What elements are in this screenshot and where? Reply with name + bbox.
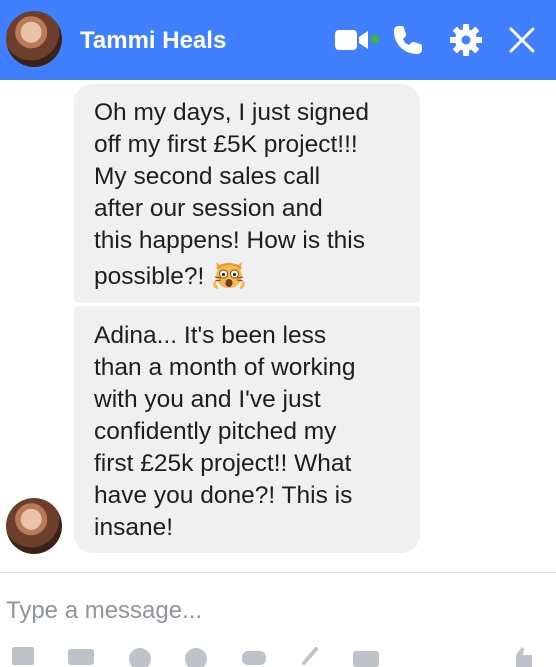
attachment-icon[interactable] [296, 643, 328, 667]
close-icon[interactable] [502, 20, 542, 60]
gear-icon[interactable] [446, 20, 486, 60]
message-line: than a month of working [94, 354, 356, 381]
emoji-icon[interactable] [180, 643, 212, 667]
gif-icon[interactable] [66, 643, 98, 667]
message-line: first £25k project!! What [94, 450, 352, 477]
message-line: after our session and [94, 195, 323, 222]
game-icon[interactable] [238, 643, 270, 667]
phone-icon[interactable] [388, 20, 428, 60]
sticker-icon[interactable] [124, 643, 156, 667]
contact-name[interactable]: Tammi Heals [80, 27, 226, 55]
message-line: off my first £5K project!!! [94, 131, 358, 158]
message-line: with you and I've just [94, 386, 321, 413]
sender-avatar[interactable] [6, 498, 62, 554]
message-input[interactable] [6, 593, 546, 629]
online-status-dot [371, 35, 379, 43]
message-line: insane! [94, 514, 174, 541]
message-line: have you done?! This is [94, 482, 353, 509]
message-line-text: possible?! [94, 263, 205, 290]
camera-icon[interactable] [350, 643, 382, 667]
message-line: Adina... It's been less [94, 322, 327, 349]
message-line: My second sales call [94, 163, 321, 190]
astonished-cat-emoji-icon [212, 257, 246, 291]
thumbs-up-icon[interactable] [506, 643, 538, 667]
image-upload-icon[interactable] [8, 643, 40, 667]
message-line-last: possible?! [94, 257, 400, 293]
message-line: confidently pitched my [94, 418, 337, 445]
chat-header: Tammi Heals [0, 0, 556, 80]
video-camera-icon[interactable] [332, 20, 372, 60]
contact-avatar[interactable] [6, 11, 62, 67]
message-line: Oh my days, I just signed [94, 99, 370, 126]
message-line: this happens! How is this [94, 227, 365, 254]
message-bubble: Oh my days, I just signed off my first £… [74, 84, 420, 303]
message-bubble: Adina... It's been less than a month of … [74, 306, 420, 553]
